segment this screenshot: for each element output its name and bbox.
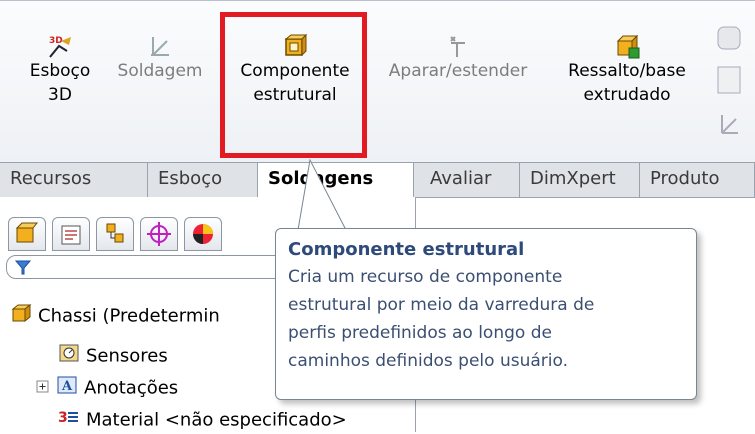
feature-manager-tab[interactable]	[8, 217, 46, 251]
appearance-icon	[193, 224, 213, 244]
tree-item-anotacoes[interactable]: A Anotações	[36, 375, 178, 402]
command-tabs: Recursos Esboço Soldagens Avaliar DimXpe…	[0, 162, 755, 199]
tree-item-sensores[interactable]: Sensores	[58, 343, 168, 370]
tooltip-pointer	[297, 158, 347, 232]
tab-recursos[interactable]: Recursos	[0, 163, 148, 197]
revolve-icon[interactable]	[712, 21, 752, 151]
panel-tabs	[8, 217, 298, 251]
weldment-button[interactable]: Soldagem	[110, 25, 210, 83]
extruded-boss-icon	[614, 33, 640, 59]
sketch-3d-button[interactable]: 3D Esboço 3D	[20, 25, 100, 107]
feature-tree-icon	[15, 222, 39, 243]
property-icon	[61, 225, 81, 245]
tooltip-body: Cria um recurso de componente estrutural…	[288, 267, 595, 371]
sensor-icon	[58, 343, 80, 370]
tree-item-material[interactable]: 3 Material <não especificado>	[58, 407, 347, 434]
svg-text:3: 3	[58, 410, 68, 426]
svg-text:3D: 3D	[49, 36, 63, 46]
structural-member-label: Componente estrutural	[240, 61, 350, 105]
extruded-boss-label: Ressalto/base extrudado	[568, 61, 686, 105]
svg-text:A: A	[61, 379, 73, 394]
tab-avaliar[interactable]: Avaliar	[420, 163, 520, 197]
tree-item-label: Sensores	[86, 345, 168, 367]
property-manager-tab[interactable]	[52, 217, 90, 251]
display-manager-tab[interactable]	[184, 217, 222, 251]
annotation-icon: A	[56, 375, 78, 402]
tooltip-title: Componente estrutural	[288, 239, 525, 260]
weldment-label: Soldagem	[117, 61, 203, 81]
structural-member-icon	[282, 33, 308, 59]
tree-root[interactable]: Chassi (Predetermin	[10, 303, 220, 330]
crosshair-icon	[147, 222, 171, 246]
trim-extend-icon	[445, 33, 471, 59]
tree-root-label: Chassi (Predetermin	[38, 305, 220, 327]
tab-dimxpert[interactable]: DimXpert	[520, 163, 640, 197]
extruded-boss-button[interactable]: Ressalto/base extrudado	[552, 25, 702, 107]
material-icon: 3	[58, 407, 80, 434]
tree-item-label: Anotações	[84, 377, 179, 399]
sketch-3d-label: Esboço 3D	[29, 61, 91, 105]
weldment-icon	[147, 33, 173, 59]
tree-item-label: Material <não especificado>	[86, 409, 347, 431]
configuration-manager-tab[interactable]	[96, 217, 134, 251]
dimxpert-manager-tab[interactable]	[140, 217, 178, 251]
tab-esboco[interactable]: Esboço	[148, 163, 258, 197]
sketch-3d-icon: 3D	[47, 33, 73, 59]
tooltip: Componente estrutural Cria um recurso de…	[275, 228, 697, 400]
expand-icon[interactable]	[36, 377, 50, 401]
configuration-icon	[106, 223, 124, 243]
part-icon	[10, 303, 32, 330]
command-manager-ribbon: 3D Esboço 3D Soldagem Componente estrutu…	[0, 0, 755, 163]
tab-produto[interactable]: Produto	[640, 163, 755, 197]
filter-icon	[14, 260, 32, 275]
trim-extend-label: Aparar/estender	[388, 61, 528, 81]
structural-member-button[interactable]: Componente estrutural	[228, 25, 362, 107]
more-tools-column	[712, 21, 752, 151]
filter-field[interactable]	[6, 255, 308, 279]
trim-extend-button[interactable]: Aparar/estender	[378, 25, 538, 83]
